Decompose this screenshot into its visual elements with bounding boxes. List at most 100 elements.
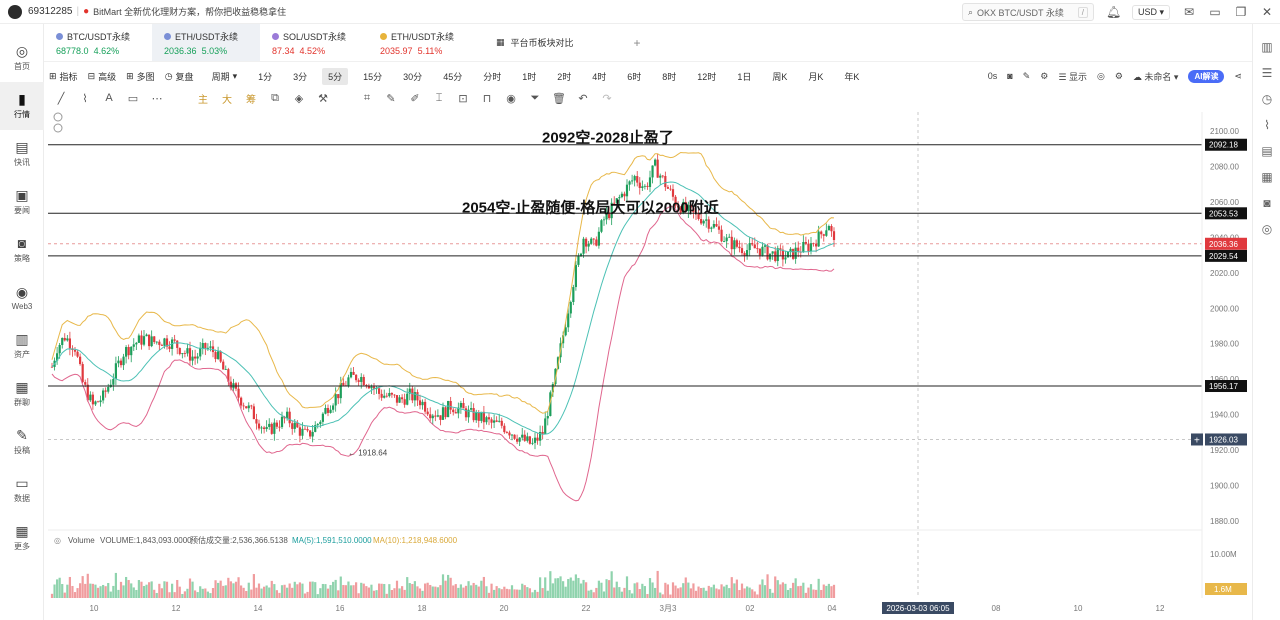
candle-body xyxy=(827,226,830,231)
candle-body xyxy=(536,437,539,441)
volume-bar xyxy=(664,582,667,598)
volume-bar xyxy=(756,594,759,598)
volume-bar xyxy=(725,584,728,598)
volume-bar xyxy=(234,581,238,598)
volume-bar xyxy=(582,579,585,598)
volume-bar xyxy=(615,581,618,598)
candle-body xyxy=(426,411,429,415)
volume-bar xyxy=(707,585,710,598)
volume-bar xyxy=(746,586,749,598)
candle-body xyxy=(664,176,667,188)
volume-bar xyxy=(518,589,521,598)
candle-body xyxy=(418,400,422,406)
candle-body xyxy=(666,187,669,189)
candle-body xyxy=(475,412,478,421)
volume-bar xyxy=(199,586,202,598)
volume-bar xyxy=(398,588,401,598)
candle-body xyxy=(572,287,575,303)
volume-bar xyxy=(406,577,409,598)
volume-bar xyxy=(697,586,700,598)
volume-bar xyxy=(633,583,636,598)
time-tick-label: 08 xyxy=(992,604,1001,613)
volume-bar xyxy=(498,588,501,598)
time-tick-label: 3月3 xyxy=(660,604,677,613)
volume-bar xyxy=(689,588,692,598)
volume-bar xyxy=(222,585,225,598)
volume-bar xyxy=(288,583,291,598)
collapse-icon xyxy=(53,112,63,122)
candle-body xyxy=(178,347,181,355)
volume-bar xyxy=(237,577,240,598)
volume-bar xyxy=(181,593,184,598)
volume-bar xyxy=(127,580,130,598)
volume-bar xyxy=(743,588,746,598)
volume-bar xyxy=(671,582,675,598)
volume-bar xyxy=(477,586,480,598)
current-price-label: 2036.36 xyxy=(1209,240,1238,249)
volume-bar xyxy=(413,581,416,598)
candle-body xyxy=(122,356,125,366)
candle-body xyxy=(809,243,813,252)
volume-bar xyxy=(728,588,731,598)
candle-body xyxy=(61,337,64,346)
candle-body xyxy=(508,432,511,436)
volume-bar xyxy=(815,589,818,598)
candle-body xyxy=(298,427,301,436)
volume-bar xyxy=(53,584,56,598)
candle-body xyxy=(217,351,220,359)
volume-bar xyxy=(807,587,810,598)
volume-bar xyxy=(677,588,680,598)
candle-body xyxy=(648,177,652,187)
candle-body xyxy=(439,415,442,420)
price-tick-label: 2020.00 xyxy=(1210,269,1239,278)
candle-body xyxy=(99,400,102,403)
candle-body xyxy=(472,408,475,421)
crosshair-price-label: 1926.03 xyxy=(1209,435,1238,444)
volume-bar xyxy=(562,581,565,598)
annotation-2092: 2092空-2028止盈了 xyxy=(542,129,674,147)
volume-bar xyxy=(470,585,473,598)
candle-body xyxy=(628,181,631,185)
volume-bar xyxy=(781,582,784,598)
crosshair-time-label: 2026-03-03 06:05 xyxy=(886,604,950,613)
candle-body xyxy=(150,336,153,347)
volume-bar xyxy=(620,591,623,598)
expand-icon xyxy=(53,123,63,133)
candle-body xyxy=(490,419,493,423)
volume-bar xyxy=(219,580,222,598)
candle-body xyxy=(63,337,66,341)
app-window: 69312285 | ● BitMart 全新优化理财方案，帮你把收益稳稳拿住 … xyxy=(0,0,1280,620)
volume-bar xyxy=(125,576,128,598)
candle-body xyxy=(291,423,294,429)
candle-body xyxy=(794,247,797,259)
candle-body xyxy=(183,353,186,354)
volume-bar xyxy=(424,583,427,598)
volume-bar xyxy=(411,584,414,598)
time-tick-label: 18 xyxy=(418,604,427,613)
price-chart[interactable]: ← 1918.64 1880.00 1900.00 1920.00 1940.00 19… xyxy=(0,0,1280,620)
candle-body xyxy=(758,248,761,256)
candle-body xyxy=(602,219,606,221)
volume-bar xyxy=(618,587,621,598)
candle-body xyxy=(712,224,715,228)
candle-body xyxy=(142,336,146,345)
candle-body xyxy=(275,422,278,427)
volume-bar xyxy=(63,592,66,598)
volume-bar xyxy=(280,585,284,598)
volume-bar xyxy=(91,583,94,598)
candle-body xyxy=(671,189,675,197)
volume-bar xyxy=(625,576,629,598)
candle-body xyxy=(636,176,639,183)
volume-bar xyxy=(303,593,307,598)
volume-bar xyxy=(774,576,777,598)
price-tick-label: 1920.00 xyxy=(1210,446,1239,455)
candle-body xyxy=(656,159,659,178)
candle-body xyxy=(661,175,664,177)
volume-bar xyxy=(832,584,836,598)
volume-legend-estimate: 预估成交量:2,536,366.5138 xyxy=(190,535,288,545)
price-tick-label: 2060.00 xyxy=(1210,198,1239,207)
candle-body xyxy=(360,376,363,382)
candle-body xyxy=(748,243,751,251)
candle-body xyxy=(273,422,276,434)
volume-bar xyxy=(592,592,595,598)
